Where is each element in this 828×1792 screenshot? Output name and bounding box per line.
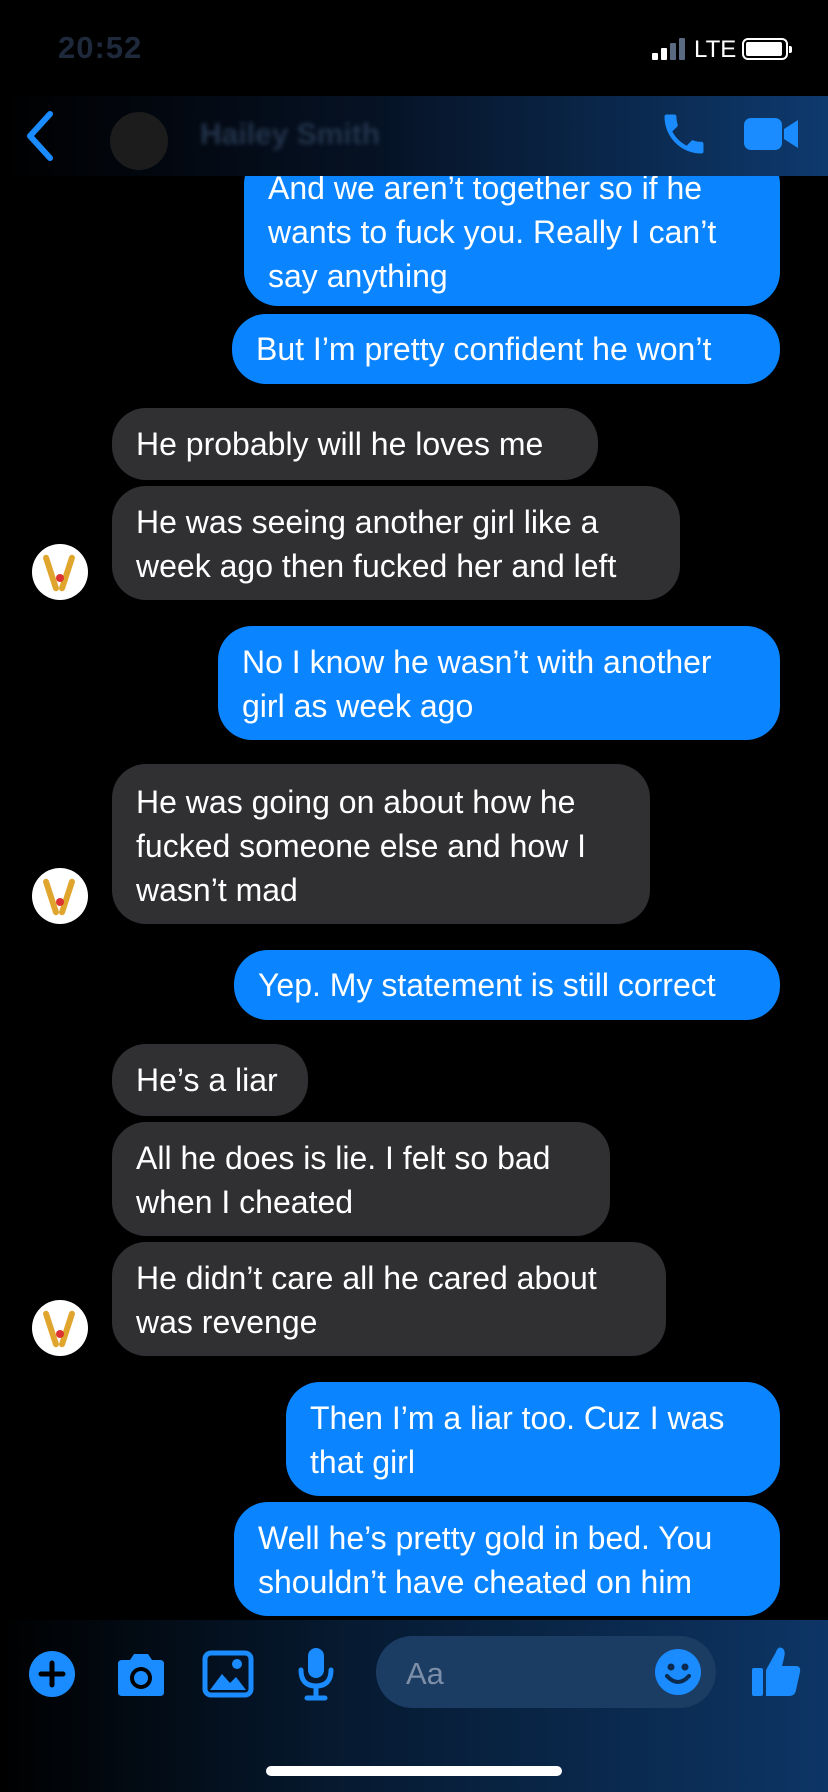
composer-bar: Aa	[0, 1620, 828, 1792]
message-bubble-received[interactable]: All he does is lie. I felt so bad when I…	[112, 1122, 610, 1236]
message-input[interactable]: Aa	[376, 1636, 716, 1708]
message-line: Well he’s pretty gold in bed. You	[258, 1520, 713, 1556]
message-line: girl as week ago	[242, 688, 474, 724]
contact-avatar[interactable]	[32, 868, 88, 924]
message-line: was revenge	[136, 1304, 318, 1340]
microphone-icon[interactable]	[296, 1646, 336, 1702]
message-bubble-received[interactable]: He probably will he loves me	[112, 408, 598, 480]
message-input-placeholder: Aa	[406, 1656, 444, 1691]
status-time: 20:52	[58, 30, 143, 65]
video-call-icon[interactable]	[742, 112, 800, 156]
plus-icon[interactable]	[28, 1650, 76, 1698]
contact-avatar[interactable]	[32, 544, 88, 600]
message-line: wasn’t mad	[136, 872, 298, 908]
conversation-header: Hailey Smith	[0, 96, 828, 176]
message-line: Then I’m a liar too. Cuz I was	[310, 1400, 725, 1436]
message-line: shouldn’t have cheated on him	[258, 1564, 693, 1600]
message-line: All he does is lie. I felt so bad	[136, 1140, 551, 1176]
message-thread: And we aren’t together so if he wants to…	[0, 0, 828, 1620]
network-type-label: LTE	[694, 36, 737, 63]
message-bubble-sent[interactable]: But I’m pretty confident he won’t	[232, 314, 780, 384]
message-bubble-received[interactable]: He was seeing another girl like a week a…	[112, 486, 680, 600]
message-line: He didn’t care all he cared about	[136, 1260, 597, 1296]
header-contact-avatar[interactable]	[110, 112, 168, 170]
message-bubble-sent[interactable]: No I know he wasn’t with another girl as…	[218, 626, 780, 740]
message-line: He was seeing another girl like a	[136, 504, 599, 540]
message-bubble-received[interactable]: He didn’t care all he cared about was re…	[112, 1242, 666, 1356]
message-line: week ago then fucked her and left	[136, 548, 617, 584]
back-chevron-icon[interactable]	[20, 108, 60, 164]
message-line: say anything	[268, 258, 448, 294]
message-line: But I’m pretty confident he won’t	[256, 331, 712, 367]
message-line: when I cheated	[136, 1184, 354, 1220]
cellular-signal-icon	[652, 38, 686, 60]
message-bubble-received[interactable]: He was going on about how he fucked some…	[112, 764, 650, 924]
message-line: that girl	[310, 1444, 415, 1480]
message-line: He was going on about how he	[136, 784, 576, 820]
contact-name[interactable]: Hailey Smith	[200, 118, 380, 152]
thumbs-up-icon[interactable]	[750, 1644, 802, 1698]
message-line: No I know he wasn’t with another	[242, 644, 712, 680]
message-line: wants to fuck you. Really I can’t	[268, 214, 717, 250]
message-line: Yep. My statement is still correct	[258, 967, 716, 1003]
battery-icon	[742, 38, 792, 60]
message-line: fucked someone else and how I	[136, 828, 587, 864]
message-bubble-sent[interactable]: Well he’s pretty gold in bed. You should…	[234, 1502, 780, 1616]
message-bubble-sent[interactable]: Yep. My statement is still correct	[234, 950, 780, 1020]
message-bubble-sent[interactable]: Then I’m a liar too. Cuz I was that girl	[286, 1382, 780, 1496]
contact-avatar[interactable]	[32, 1300, 88, 1356]
message-bubble-received[interactable]: He’s a liar	[112, 1044, 308, 1116]
message-line: He’s a liar	[136, 1062, 278, 1098]
phone-icon[interactable]	[658, 108, 710, 160]
image-gallery-icon[interactable]	[202, 1650, 254, 1698]
status-bar: 20:52 LTE	[0, 0, 828, 96]
emoji-icon[interactable]	[654, 1648, 702, 1696]
home-indicator[interactable]	[266, 1766, 562, 1776]
message-line: He probably will he loves me	[136, 426, 544, 462]
camera-icon[interactable]	[114, 1652, 168, 1698]
